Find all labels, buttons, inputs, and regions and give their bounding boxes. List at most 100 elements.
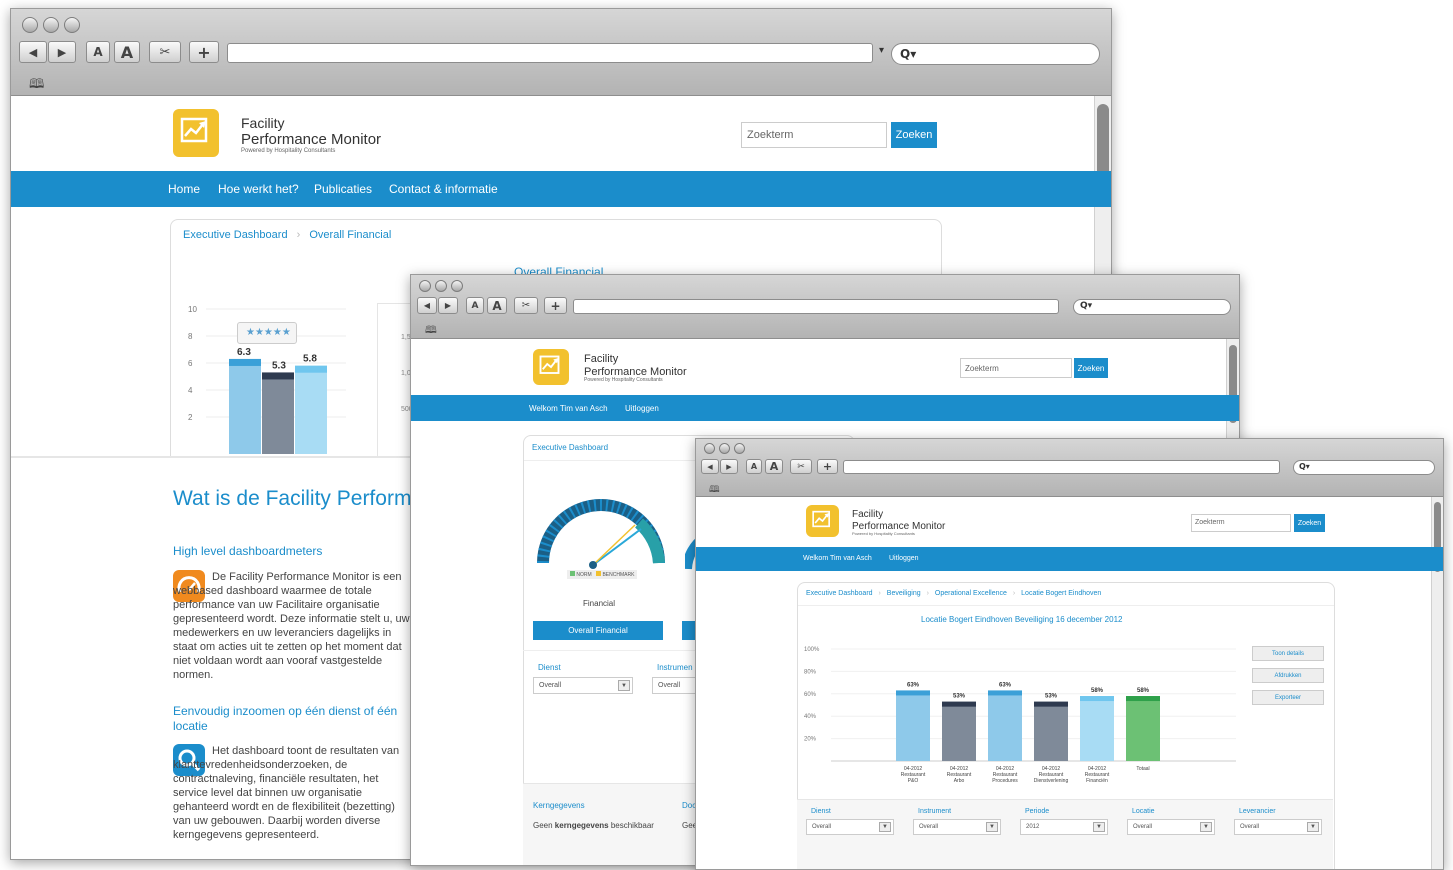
bar [896,690,930,761]
text-smaller-button[interactable]: A [466,297,484,314]
location-bar-chart: 100%80%60%40%20%63%04-2012RestaurantP&O5… [804,647,1236,784]
filter-select[interactable]: Overall ▼ [913,819,1001,835]
text-smaller-button[interactable]: A [746,459,762,474]
screenshot-button[interactable]: ✂ [790,459,812,474]
back-button[interactable]: ◀ [19,41,47,63]
site-brand: Facility Performance Monitor Powered by … [852,509,945,537]
chevron-down-icon: ▼ [1307,822,1319,832]
new-tab-button[interactable]: + [189,41,219,63]
site-search-button[interactable]: Zoeken [1074,358,1108,378]
nav-home[interactable]: Home [168,182,200,196]
logo-icon[interactable] [806,505,839,537]
browser-search-field[interactable]: Q▾ [1073,299,1231,315]
panel-divider [798,605,1334,606]
kern-text-suffix: beschikbaar [608,821,654,830]
address-dropdown-icon[interactable]: ▾ [879,45,884,56]
brand-line-1: Facility [241,115,285,131]
nav-contact[interactable]: Contact & informatie [389,182,498,196]
site-search-input[interactable]: Zoekterm [960,358,1072,378]
logo-icon[interactable] [533,349,569,385]
nav-welcome-user[interactable]: Welkom Tim van Asch [529,404,608,413]
site-search-input[interactable]: Zoekterm [1191,514,1291,532]
nav-how-it-works[interactable]: Hoe werkt het? [218,182,299,196]
breadcrumb-operational-excellence[interactable]: Operational Excellence [935,590,1007,597]
nav-logout[interactable]: Uitloggen [625,404,659,413]
bar-cap [1126,696,1160,702]
maximize-window-button[interactable] [734,443,745,454]
screenshot-button[interactable]: ✂ [514,297,538,314]
filter-dienst-select[interactable]: Overall ▼ [533,677,633,694]
legend-norm-swatch [570,571,575,576]
minimize-window-button[interactable] [43,17,59,33]
back-button[interactable]: ◀ [701,459,719,474]
bookmarks-icon[interactable]: 🕮 [425,323,437,340]
bar [1126,696,1160,761]
maximize-window-button[interactable] [451,280,463,292]
breadcrumb-overall-financial[interactable]: Overall Financial [309,229,391,241]
nav-welcome-user[interactable]: Welkom Tim van Asch [803,555,872,562]
breadcrumb-locatie[interactable]: Locatie Bogert Eindhoven [1021,590,1101,597]
browser-search-field[interactable]: Q▾ [1293,460,1435,475]
site-search-button[interactable]: Zoeken [891,122,937,148]
filter-label: Leverancier [1239,808,1276,815]
forward-button[interactable]: ▶ [720,459,738,474]
y-tick-label: 20% [804,737,817,743]
scissors-icon: ✂ [797,461,805,472]
text-larger-button[interactable]: A [487,297,507,314]
address-bar[interactable] [227,43,873,63]
brand-tagline: Powered by Hospitality Consultants [584,377,663,384]
bar-cap [1034,701,1068,707]
export-button[interactable]: Exporteer [1252,690,1324,705]
breadcrumb-beveiliging[interactable]: Beveiliging [887,590,921,597]
text-smaller-button[interactable]: A [86,41,110,63]
maximize-window-button[interactable] [64,17,80,33]
close-window-button[interactable] [22,17,38,33]
filter-value: Overall [919,824,939,830]
address-bar[interactable] [843,460,1280,474]
x-category-label: P&O [908,778,919,784]
kerngegevens-text: Geen kerngegevens beschikbaar [533,821,654,830]
bookmarks-icon[interactable]: 🕮 [709,482,720,498]
text-larger-button[interactable]: A [765,459,783,474]
text-larger-button[interactable]: A [114,41,140,63]
forward-button[interactable]: ▶ [438,297,458,314]
print-button[interactable]: Afdrukken [1252,668,1324,683]
site-search-button[interactable]: Zoeken [1294,514,1325,532]
bar-value-label: 58% [1091,688,1104,694]
filter-select[interactable]: 2012 ▼ [1020,819,1108,835]
overall-financial-button[interactable]: Overall Financial [533,621,663,640]
breadcrumb-executive-dashboard[interactable]: Executive Dashboard [532,443,608,452]
back-arrow-icon: ◀ [28,45,38,59]
filter-select[interactable]: Overall ▼ [1127,819,1215,835]
breadcrumb-executive-dashboard[interactable]: Executive Dashboard [806,590,873,597]
logo-icon[interactable] [173,109,219,157]
filter-label: Locatie [1132,808,1155,815]
close-window-button[interactable] [419,280,431,292]
screenshot-button[interactable]: ✂ [149,41,181,63]
nav-publications[interactable]: Publicaties [314,182,372,196]
minimize-window-button[interactable] [435,280,447,292]
forward-button[interactable]: ▶ [48,41,76,63]
show-details-button[interactable]: Toon details [1252,646,1324,661]
section2-text: Het dashboard toont de resultaten van kl… [173,745,400,841]
address-bar[interactable] [573,299,1059,314]
filter-select[interactable]: Overall ▼ [806,819,894,835]
new-tab-button[interactable]: + [817,459,838,474]
close-window-button[interactable] [704,443,715,454]
gauge-label: Financial [583,599,616,608]
browser-search-field[interactable]: Q▾ [891,43,1100,65]
legend-benchmark-label: BENCHMARK [602,572,635,578]
nav-logout[interactable]: Uitloggen [889,555,919,562]
bookmarks-icon[interactable]: 🕮 [29,75,44,97]
back-button[interactable]: ◀ [417,297,437,314]
chevron-down-icon: ▼ [618,680,630,691]
new-tab-button[interactable]: + [544,297,567,314]
filter-value: 2012 [1026,824,1040,830]
y-tick-label: 8 [188,332,193,341]
breadcrumb-separator-icon: › [1012,590,1016,597]
site-search-input[interactable]: Zoekterm [741,122,887,148]
breadcrumb: Executive Dashboard › Overall Financial [183,229,391,241]
filter-select[interactable]: Overall ▼ [1234,819,1322,835]
breadcrumb-executive-dashboard[interactable]: Executive Dashboard [183,229,288,241]
minimize-window-button[interactable] [719,443,730,454]
